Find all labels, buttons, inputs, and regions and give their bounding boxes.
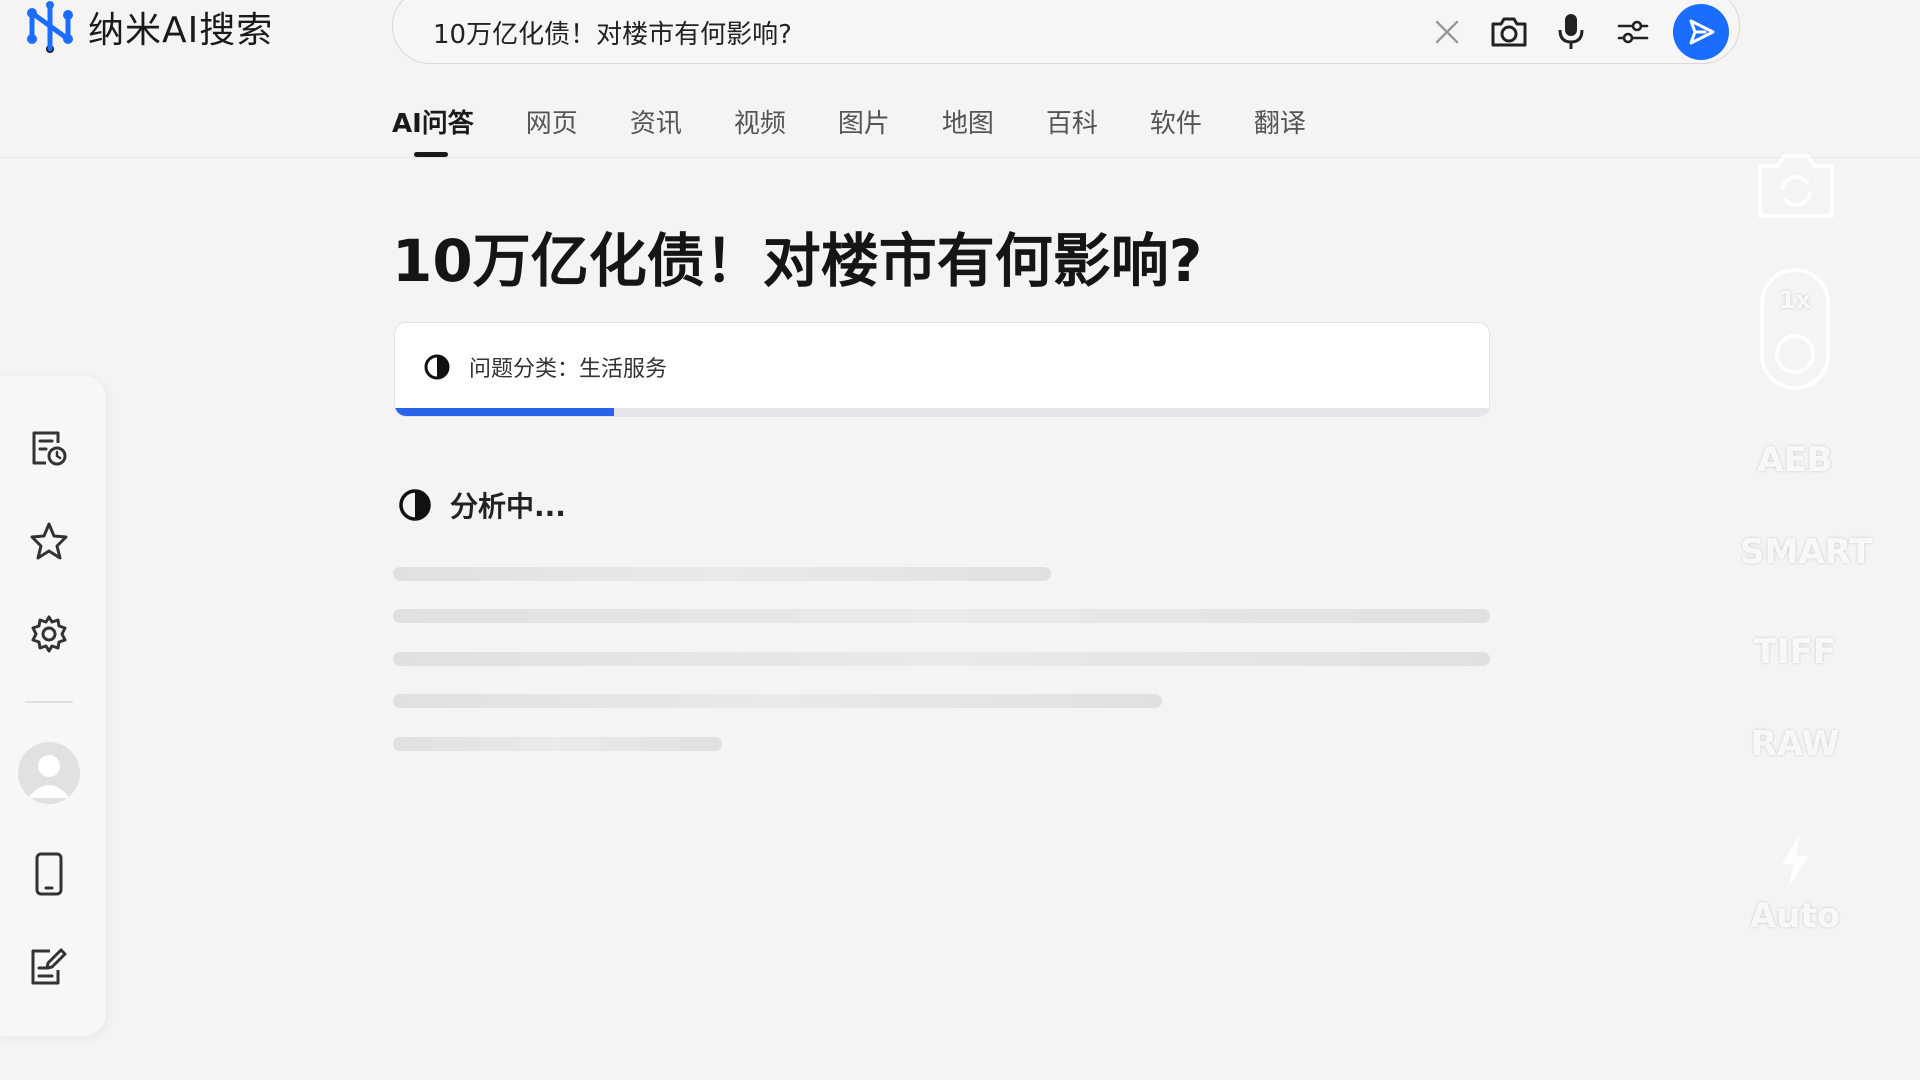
flash-mode-label[interactable]: Auto (1740, 896, 1850, 936)
analyzing-status: 分析中... (398, 485, 566, 525)
search-input[interactable]: 10万亿化债！对楼市有何影响? (433, 14, 1409, 51)
switch-camera-icon[interactable] (1754, 150, 1838, 224)
tab-software[interactable]: 软件 (1150, 103, 1202, 157)
zoom-control[interactable]: 1x (1760, 268, 1830, 390)
favorites-button[interactable] (25, 517, 73, 565)
star-icon (30, 522, 68, 560)
note-edit-icon (31, 948, 67, 985)
page-title: 10万亿化债！对楼市有何影响? (392, 227, 1203, 295)
send-icon (1689, 19, 1715, 45)
send-button[interactable] (1673, 4, 1729, 60)
search-bar[interactable]: 10万亿化债！对楼市有何影响? (392, 0, 1740, 64)
loading-skeleton-line (393, 652, 1490, 666)
search-tabs: AI问答 网页 资讯 视频 图片 地图 百科 软件 翻译 (392, 103, 1358, 157)
half-circle-icon (424, 354, 450, 380)
tab-web[interactable]: 网页 (526, 103, 578, 157)
tab-video[interactable]: 视频 (734, 103, 786, 157)
tab-map[interactable]: 地图 (942, 103, 994, 157)
logo-text: 纳米AI搜索 (88, 10, 274, 51)
sidebar (0, 376, 106, 1036)
logo-icon (27, 1, 73, 53)
tab-ai-qa[interactable]: AI问答 (392, 103, 474, 157)
category-label: 问题分类：生活服务 (469, 357, 668, 382)
loading-skeleton-line (393, 694, 1162, 708)
hud-raw-label[interactable]: RAW (1740, 724, 1850, 764)
tab-encyclopedia[interactable]: 百科 (1046, 103, 1098, 157)
avatar[interactable] (18, 742, 80, 804)
filter-sliders-icon[interactable] (1609, 8, 1657, 56)
microphone-icon[interactable] (1547, 8, 1595, 56)
hud-aeb-label[interactable]: AEB (1740, 440, 1850, 480)
category-card: 问题分类：生活服务 (394, 322, 1490, 417)
phone-icon (35, 852, 63, 896)
settings-button[interactable] (25, 610, 73, 658)
app-logo[interactable]: 纳米AI搜索 (24, 0, 273, 54)
half-circle-icon (399, 489, 431, 521)
loading-skeleton-line (393, 567, 1051, 581)
tab-images[interactable]: 图片 (838, 103, 890, 157)
notes-button[interactable] (25, 943, 73, 991)
tab-news[interactable]: 资讯 (630, 103, 682, 157)
flash-icon[interactable] (1778, 832, 1812, 890)
progress-fill (395, 408, 614, 416)
header-divider (0, 157, 1920, 158)
hud-smart-label[interactable]: SMART (1740, 532, 1872, 572)
loading-skeleton-line (393, 609, 1490, 623)
mobile-app-button[interactable] (25, 850, 73, 898)
zoom-label: 1x (1778, 286, 1812, 314)
analyzing-label: 分析中... (450, 490, 566, 523)
history-button[interactable] (25, 424, 73, 472)
sidebar-divider (25, 701, 73, 703)
loading-skeleton-line (393, 737, 722, 751)
tab-translate[interactable]: 翻译 (1254, 103, 1306, 157)
hud-tiff-label[interactable]: TIFF (1740, 632, 1850, 672)
camera-hud-overlay: 1x AEB SMART TIFF RAW Auto (1740, 150, 1872, 950)
camera-icon[interactable] (1485, 8, 1533, 56)
gear-icon (31, 615, 67, 653)
history-icon (32, 431, 67, 466)
close-icon[interactable] (1423, 8, 1471, 56)
progress-bar (395, 408, 1489, 416)
